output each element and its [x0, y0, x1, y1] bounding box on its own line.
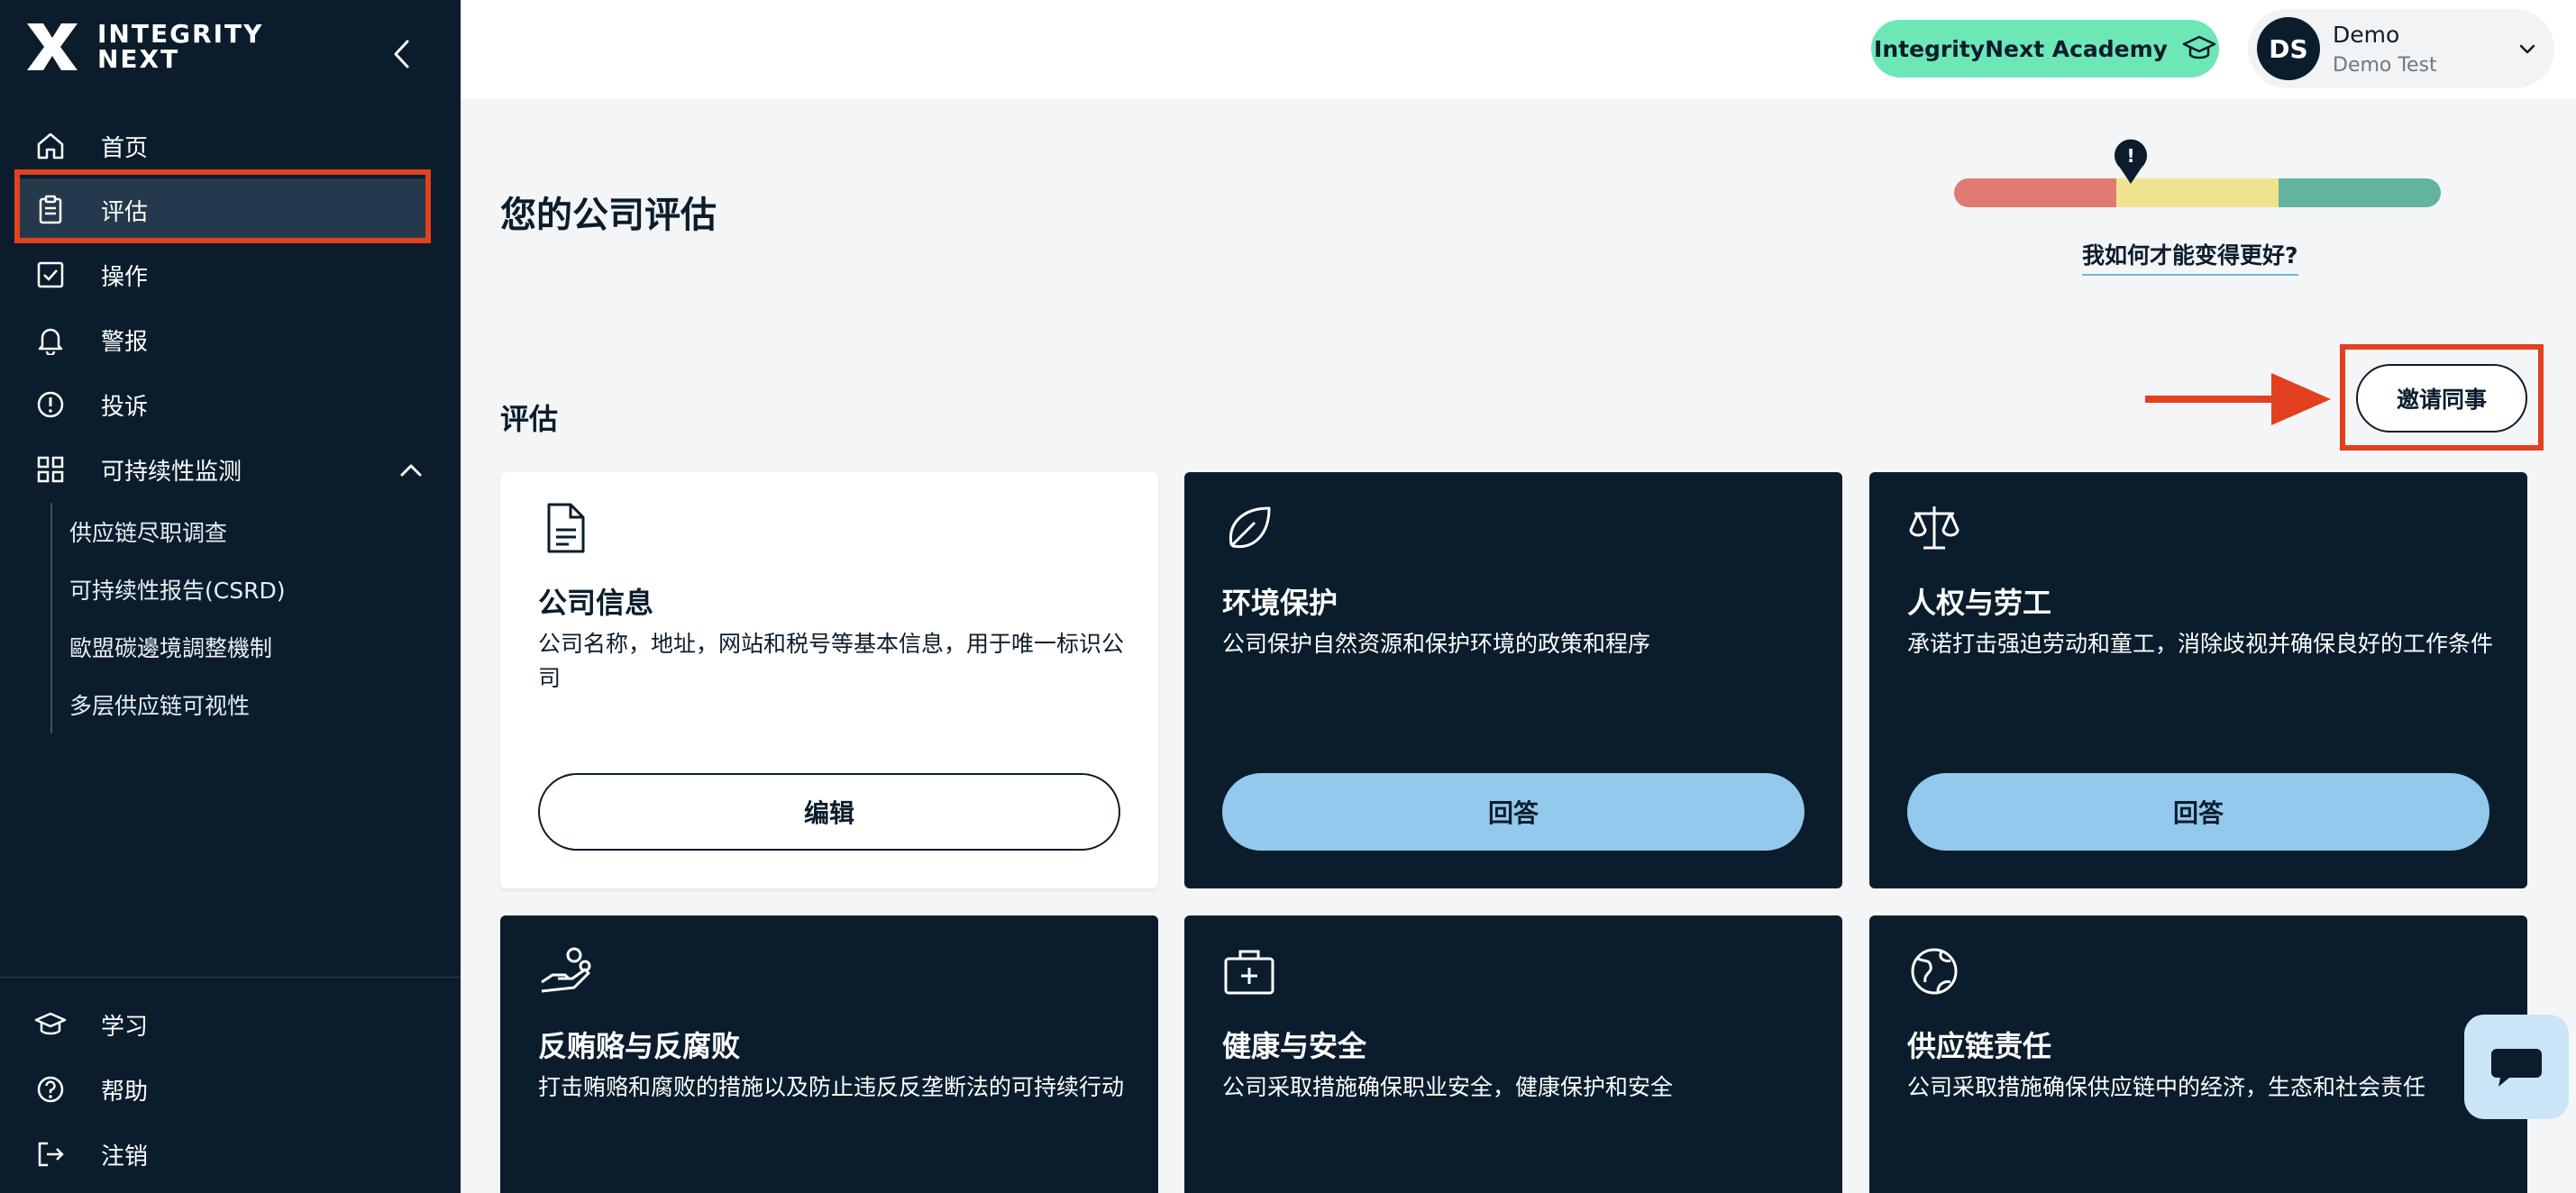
- card-title: 反贿赂与反腐败: [538, 1029, 741, 1063]
- logo-line1: INTEGRITY: [97, 19, 264, 49]
- annotation-arrow: [2145, 373, 2331, 425]
- assessment-card-environment: 环境保护 公司保护自然资源和保护环境的政策和程序 回答: [1184, 472, 1842, 888]
- score-marker-icon: !: [2115, 139, 2147, 184]
- sidebar-item-learning[interactable]: 学习: [14, 993, 431, 1056]
- alert-circle-icon: [34, 388, 67, 421]
- card-description: 公司采取措施确保供应链中的经济，生态和社会责任: [1907, 1074, 2426, 1100]
- assessment-card-company-info: 公司信息 公司名称，地址，网站和税号等基本信息，用于唯一标识公司 编辑: [500, 472, 1158, 888]
- sidebar-item-label: 警报: [101, 328, 149, 356]
- sidebar-item-label: 操作: [101, 263, 149, 291]
- academy-label: IntegrityNext Academy: [1874, 35, 2168, 62]
- bell-icon: [34, 323, 67, 356]
- sidebar-item-label: 投诉: [101, 393, 149, 421]
- card-title: 人权与劳工: [1907, 586, 2052, 620]
- user-menu[interactable]: DS Demo Demo Test: [2248, 9, 2554, 88]
- chevron-left-icon: [394, 40, 409, 68]
- hand-coins-icon: [541, 947, 591, 993]
- assessment-card-anti-bribery: 反贿赂与反腐败 打击贿赂和腐败的措施以及防止违反反垄断法的可持续行动: [500, 915, 1158, 1193]
- clipboard-icon: [34, 194, 67, 226]
- sidebar-item-label: 注销: [101, 1143, 149, 1170]
- sidebar-item-sustainability-monitoring[interactable]: 可持续性监测: [14, 438, 431, 501]
- page-title: 您的公司评估: [500, 195, 717, 236]
- sidebar-item-complaints[interactable]: 投诉: [14, 373, 431, 436]
- answer-button[interactable]: 回答: [1907, 773, 2489, 851]
- how-to-improve-link[interactable]: 我如何才能变得更好?: [2082, 238, 2298, 276]
- first-aid-kit-icon: [1224, 950, 1274, 995]
- card-description: 公司保护自然资源和保护环境的政策和程序: [1222, 631, 1651, 657]
- academy-button[interactable]: IntegrityNext Academy: [1871, 20, 2219, 77]
- avatar: DS: [2257, 17, 2320, 80]
- invite-colleague-button[interactable]: 邀请同事: [2356, 364, 2527, 433]
- sidebar-item-label: 学习: [101, 1013, 149, 1041]
- card-title: 供应链责任: [1907, 1029, 2052, 1063]
- submenu-item-supply-chain-due-diligence[interactable]: 供应链尽职调查: [69, 515, 227, 548]
- submenu-item-cbam[interactable]: 歐盟碳邊境調整機制: [69, 631, 272, 663]
- chat-widget-button[interactable]: [2464, 1015, 2569, 1119]
- score-marker-symbol: !: [2126, 145, 2134, 167]
- sidebar-item-label: 评估: [101, 198, 149, 226]
- assessment-card-supply-chain: 供应链责任 公司采取措施确保供应链中的经济，生态和社会责任: [1869, 915, 2527, 1193]
- card-title: 公司信息: [538, 586, 654, 620]
- card-title: 环境保护: [1222, 586, 1338, 620]
- card-description: 打击贿赂和腐败的措施以及防止违反反垄断法的可持续行动: [538, 1074, 1125, 1100]
- document-icon: [547, 503, 585, 553]
- collapse-sidebar-button[interactable]: [386, 34, 418, 74]
- graduation-cap-icon: [2182, 35, 2216, 59]
- submenu-item-csrd-report[interactable]: 可持续性报告(CSRD): [69, 573, 285, 606]
- sidebar-divider: [0, 977, 461, 978]
- sidebar-item-assessment[interactable]: 评估: [14, 178, 431, 241]
- submenu-item-multi-tier-visibility[interactable]: 多层供应链可视性: [69, 688, 250, 721]
- user-org: Demo Test: [2333, 54, 2437, 77]
- sidebar-item-logout[interactable]: 注销: [14, 1123, 431, 1186]
- score-segment-low: [1954, 178, 2116, 207]
- answer-button[interactable]: 回答: [1222, 773, 1804, 851]
- leaf-icon: [1229, 506, 1271, 549]
- scales-icon: [1909, 506, 1959, 550]
- card-description: 公司名称，地址，网站和税号等基本信息，用于唯一标识公司: [538, 631, 1125, 691]
- card-title: 健康与安全: [1222, 1029, 1367, 1063]
- card-description: 承诺打击强迫劳动和童工，消除歧视并确保良好的工作条件: [1907, 631, 2494, 657]
- grid-icon: [34, 453, 67, 486]
- edit-button[interactable]: 编辑: [538, 773, 1120, 851]
- chat-bubble-icon: [2491, 1049, 2542, 1087]
- graduation-cap-icon: [34, 1008, 67, 1041]
- home-icon: [34, 130, 67, 162]
- sidebar-item-label: 首页: [101, 134, 149, 162]
- chevron-up-icon[interactable]: [395, 454, 427, 487]
- section-title: 评估: [500, 402, 559, 436]
- sidebar-item-home[interactable]: 首页: [14, 114, 431, 178]
- score-bar: [1954, 178, 2441, 207]
- sidebar-item-label: 帮助: [101, 1078, 149, 1106]
- assessment-card-human-rights: 人权与劳工 承诺打击强迫劳动和童工，消除歧视并确保良好的工作条件 回答: [1869, 472, 2527, 888]
- submenu-guide-line: [50, 503, 52, 733]
- sidebar-item-label: 可持续性监测: [101, 458, 242, 486]
- card-description: 公司采取措施确保职业安全，健康保护和安全: [1222, 1074, 1674, 1100]
- help-circle-icon: [34, 1073, 67, 1106]
- integritynext-logo[interactable]: INTEGRITY NEXT: [23, 18, 263, 76]
- logo-x-icon: [27, 23, 78, 70]
- chevron-down-icon: [2519, 44, 2535, 54]
- user-name: Demo: [2333, 22, 2400, 48]
- logout-icon: [34, 1138, 67, 1170]
- globe-icon: [1911, 948, 1958, 995]
- logo-line2: NEXT: [97, 44, 180, 74]
- checkbox-icon: [34, 259, 67, 291]
- sidebar-item-actions[interactable]: 操作: [14, 243, 431, 306]
- sidebar-item-alerts[interactable]: 警报: [14, 308, 431, 371]
- sidebar-item-help[interactable]: 帮助: [14, 1058, 431, 1121]
- score-segment-high: [2279, 178, 2441, 207]
- assessment-card-health-safety: 健康与安全 公司采取措施确保职业安全，健康保护和安全: [1184, 915, 1842, 1193]
- sidebar: INTEGRITY NEXT 首页 评估 操作 警报 投诉 可持续性监测 供应链…: [0, 0, 461, 1193]
